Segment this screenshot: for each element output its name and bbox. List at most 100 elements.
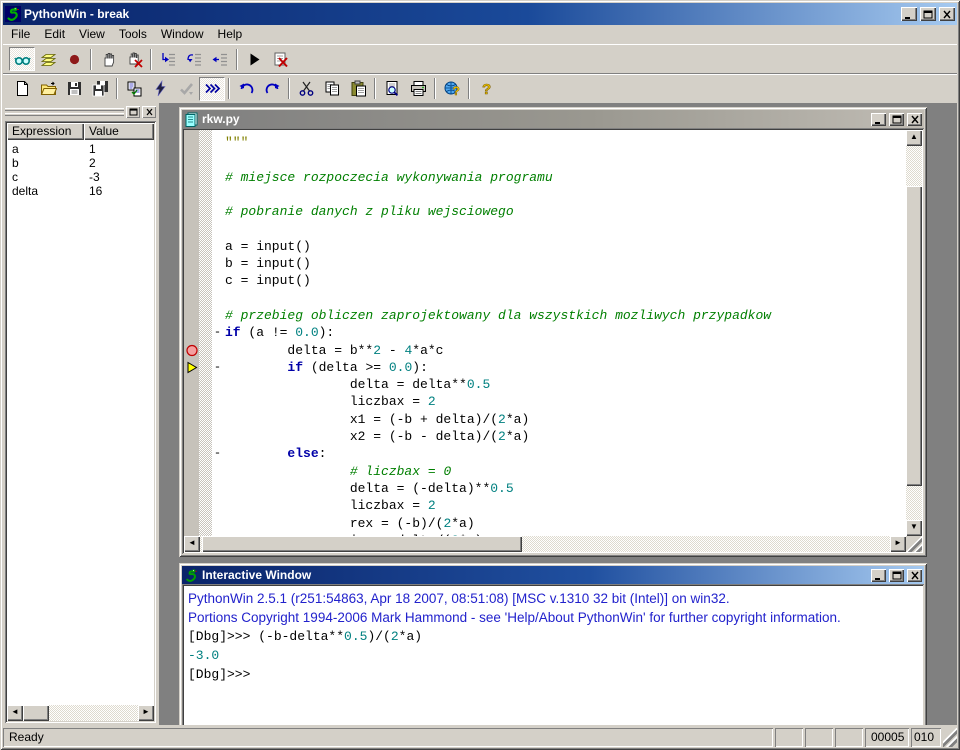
watch-undock-button[interactable] (126, 106, 140, 118)
undo-button[interactable] (233, 77, 259, 101)
watch-row[interactable] (7, 198, 154, 212)
save-button[interactable] (61, 77, 87, 101)
question-icon: ? (478, 80, 495, 97)
status-bar: Ready 00005 010 (3, 725, 957, 747)
maximize-button[interactable] (920, 7, 936, 21)
scroll-left-arrow[interactable]: ◄ (7, 705, 23, 721)
scroll-right-arrow[interactable]: ► (890, 536, 906, 552)
status-pane-1 (775, 728, 803, 747)
scroll-up-arrow[interactable]: ▲ (906, 130, 922, 146)
watch-hscrollbar[interactable]: ◄ ► (7, 705, 154, 721)
scroll-down-arrow[interactable]: ▼ (906, 520, 922, 536)
print-preview-button[interactable] (379, 77, 405, 101)
stack-icon (40, 51, 57, 68)
check-code-button[interactable] (121, 77, 147, 101)
go-icon (246, 51, 263, 68)
editor-hscrollbar[interactable]: ◄ ► (184, 536, 906, 552)
current-line-marker[interactable] (184, 359, 199, 376)
stop-debugging-button[interactable] (267, 47, 293, 71)
watch-value: 2 (84, 156, 154, 170)
watch-column-value[interactable]: Value (84, 123, 154, 140)
code-line: if (a != 0.0): (225, 324, 906, 341)
scroll-thumb[interactable] (23, 705, 49, 721)
new-file-button[interactable] (9, 77, 35, 101)
save-all-button[interactable] (87, 77, 113, 101)
editor-maximize-button[interactable] (889, 113, 904, 126)
menu-file[interactable]: File (4, 25, 37, 43)
scroll-thumb[interactable] (906, 186, 922, 486)
interactive-title: Interactive Window (202, 568, 868, 582)
save-icon (66, 80, 83, 97)
watch-column-expression[interactable]: Expression (7, 123, 84, 140)
fold-collapse-marker[interactable]: - (212, 324, 223, 341)
open-file-button[interactable] (35, 77, 61, 101)
stop-debug-icon (272, 51, 289, 68)
window-title: PythonWin - break (24, 7, 898, 21)
menu-edit[interactable]: Edit (37, 25, 72, 43)
statusbar-resize-grip[interactable] (943, 728, 957, 747)
menu-tools[interactable]: Tools (112, 25, 154, 43)
copy-button[interactable] (319, 77, 345, 101)
editor-minimize-button[interactable] (871, 113, 886, 126)
interactive-console[interactable]: PythonWin 2.5.1 (r251:54863, Apr 18 2007… (182, 584, 924, 725)
print-button[interactable] (405, 77, 431, 101)
watch-row[interactable]: delta16 (7, 184, 154, 198)
step-into-button[interactable] (155, 47, 181, 71)
cut-button[interactable] (293, 77, 319, 101)
breakpoint-margin[interactable] (184, 130, 199, 536)
breakpoints-button[interactable] (61, 47, 87, 71)
python-help-button[interactable]: ? (439, 77, 465, 101)
interactive-close-button[interactable] (907, 569, 922, 582)
redo-button[interactable] (259, 77, 285, 101)
workspace: ExpressionValue a1b2c-3delta16 ◄ ► rkw.p… (3, 103, 957, 725)
red-dot-icon (66, 51, 83, 68)
menu-help[interactable]: Help (211, 25, 250, 43)
interactive-window-button[interactable] (199, 77, 225, 101)
watch-close-button[interactable] (142, 106, 156, 118)
close-button[interactable] (939, 7, 955, 21)
interactive-maximize-button[interactable] (889, 569, 904, 582)
resize-grip[interactable] (906, 536, 922, 552)
code-area[interactable]: """ # miejsce rozpoczecia wykonywania pr… (223, 130, 906, 536)
menu-view[interactable]: View (72, 25, 112, 43)
scroll-left-arrow[interactable]: ◄ (184, 536, 200, 552)
import-reload-button[interactable] (147, 77, 173, 101)
watch-button[interactable] (9, 47, 35, 71)
minimize-button[interactable] (901, 7, 917, 21)
gripper-lines (5, 108, 124, 116)
interactive-title-bar: Interactive Window (182, 566, 924, 584)
status-pane-2 (805, 728, 833, 747)
scroll-right-arrow[interactable]: ► (138, 705, 154, 721)
run-button[interactable] (173, 77, 199, 101)
editor-close-button[interactable] (907, 113, 922, 126)
step-out-button[interactable] (207, 47, 233, 71)
pythonwin-window: PythonWin - break FileEditViewToolsWindo… (0, 0, 960, 750)
breakpoint-marker[interactable] (184, 342, 199, 359)
paste-button[interactable] (345, 77, 371, 101)
clear-breakpoints-button[interactable] (121, 47, 147, 71)
editor-vscrollbar[interactable]: ▲ ▼ (906, 130, 922, 536)
menu-window[interactable]: Window (154, 25, 211, 43)
code-line: a = input() (225, 238, 906, 255)
code-line: b = input() (225, 255, 906, 272)
toggle-breakpoint-button[interactable] (95, 47, 121, 71)
toolbar-separator (150, 49, 152, 70)
code-line: # miejsce rozpoczecia wykonywania progra… (225, 169, 906, 186)
interactive-minimize-button[interactable] (871, 569, 886, 582)
scroll-thumb[interactable] (202, 536, 522, 552)
selection-margin[interactable] (199, 130, 212, 536)
step-over-button[interactable] (181, 47, 207, 71)
watch-row[interactable]: a1 (7, 142, 154, 156)
watch-row[interactable]: b2 (7, 156, 154, 170)
watch-row[interactable]: c-3 (7, 170, 154, 184)
about-button[interactable]: ? (473, 77, 499, 101)
interactive-prompt-line: [Dbg]>>> (-b-delta**0.5)/(2*a) (188, 627, 922, 646)
go-button[interactable] (241, 47, 267, 71)
fold-collapse-marker[interactable]: - (212, 445, 223, 462)
stack-view-button[interactable] (35, 47, 61, 71)
watch-expression (7, 198, 84, 212)
fold-margin[interactable]: - - - (212, 130, 223, 536)
watch-panel-gripper[interactable] (5, 105, 156, 119)
editor-title-bar: rkw.py (182, 110, 924, 128)
fold-collapse-marker[interactable]: - (212, 359, 223, 376)
